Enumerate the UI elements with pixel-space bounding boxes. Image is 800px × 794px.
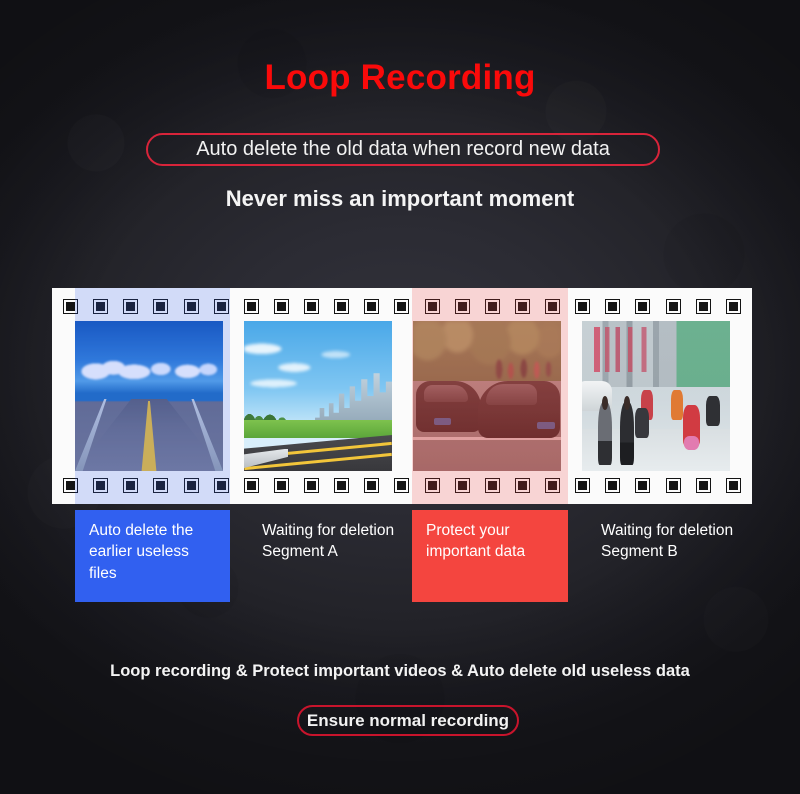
sprocket-hole <box>334 299 350 314</box>
sprocket-hole <box>334 478 350 493</box>
sprocket-hole <box>665 478 681 493</box>
caption-row: Auto delete the earlier useless files Wa… <box>52 510 752 602</box>
sprocket-hole <box>695 299 711 314</box>
caption-waiting-segment-b: Waiting for deletion Segment B <box>601 522 734 561</box>
page-title: Loop Recording <box>264 58 536 97</box>
footer-pill: Ensure normal recording <box>297 705 519 736</box>
photo-bridge-road-icon <box>75 321 223 471</box>
sprocket-hole <box>545 299 560 314</box>
sprocket-hole <box>665 299 681 314</box>
sprocket-hole <box>273 478 289 493</box>
sprocket-hole <box>424 478 440 493</box>
sprocket-hole <box>394 478 410 493</box>
sprocket-hole <box>695 478 711 493</box>
loop-recording-poster: Loop Recording Auto delete the old data … <box>0 0 800 794</box>
sprocket-hole <box>93 299 109 314</box>
sprocket-hole <box>243 299 259 314</box>
sprocket-hole <box>243 478 259 493</box>
sprocket-hole <box>304 299 319 314</box>
film-frame-4 <box>582 321 730 471</box>
caption-waiting-segment-a: Waiting for deletion Segment A <box>262 522 395 561</box>
sprocket-hole <box>213 478 229 493</box>
sprocket-hole <box>183 299 199 314</box>
sprocket-hole <box>63 478 78 493</box>
sprocket-hole <box>605 478 621 493</box>
photo-busy-street-icon <box>582 321 730 471</box>
sprocket-hole <box>605 299 621 314</box>
sprocket-hole <box>93 478 109 493</box>
sprocket-hole <box>123 478 139 493</box>
film-frame-row <box>52 321 752 471</box>
film-frame-3 <box>413 321 561 471</box>
sprocket-hole <box>364 299 380 314</box>
sprocket-hole <box>725 299 741 314</box>
subtitle-pill: Auto delete the old data when record new… <box>146 133 660 166</box>
sprocket-hole <box>635 299 651 314</box>
sprocket-hole <box>123 299 139 314</box>
tagline: Never miss an important moment <box>225 186 575 211</box>
sprocket-hole <box>394 299 410 314</box>
sprocket-hole <box>153 478 169 493</box>
caption-auto-delete: Auto delete the earlier useless files <box>75 510 230 602</box>
sprocket-row-top <box>63 299 741 314</box>
sprocket-hole <box>153 299 169 314</box>
sprocket-hole <box>575 478 591 493</box>
sprocket-hole <box>213 299 229 314</box>
film-strip <box>52 288 752 504</box>
sprocket-hole <box>364 478 380 493</box>
sprocket-hole <box>454 299 470 314</box>
sprocket-hole <box>484 299 500 314</box>
sprocket-hole <box>514 478 530 493</box>
sprocket-hole <box>424 299 440 314</box>
sprocket-hole <box>484 478 500 493</box>
sprocket-row-bottom <box>63 478 741 493</box>
sprocket-hole <box>545 478 560 493</box>
sprocket-hole <box>514 299 530 314</box>
sprocket-hole <box>635 478 651 493</box>
photo-city-highway-icon <box>244 321 392 471</box>
sprocket-hole <box>63 299 78 314</box>
sprocket-hole <box>304 478 319 493</box>
sprocket-hole <box>575 299 591 314</box>
caption-protect-data: Protect your important data <box>412 510 568 602</box>
sprocket-hole <box>273 299 289 314</box>
footer-summary: Loop recording & Protect important video… <box>110 662 690 680</box>
sprocket-hole <box>454 478 470 493</box>
sprocket-hole <box>183 478 199 493</box>
sprocket-hole <box>725 478 741 493</box>
film-frame-1 <box>75 321 223 471</box>
photo-car-collision-icon <box>413 321 561 471</box>
film-frame-2 <box>244 321 392 471</box>
